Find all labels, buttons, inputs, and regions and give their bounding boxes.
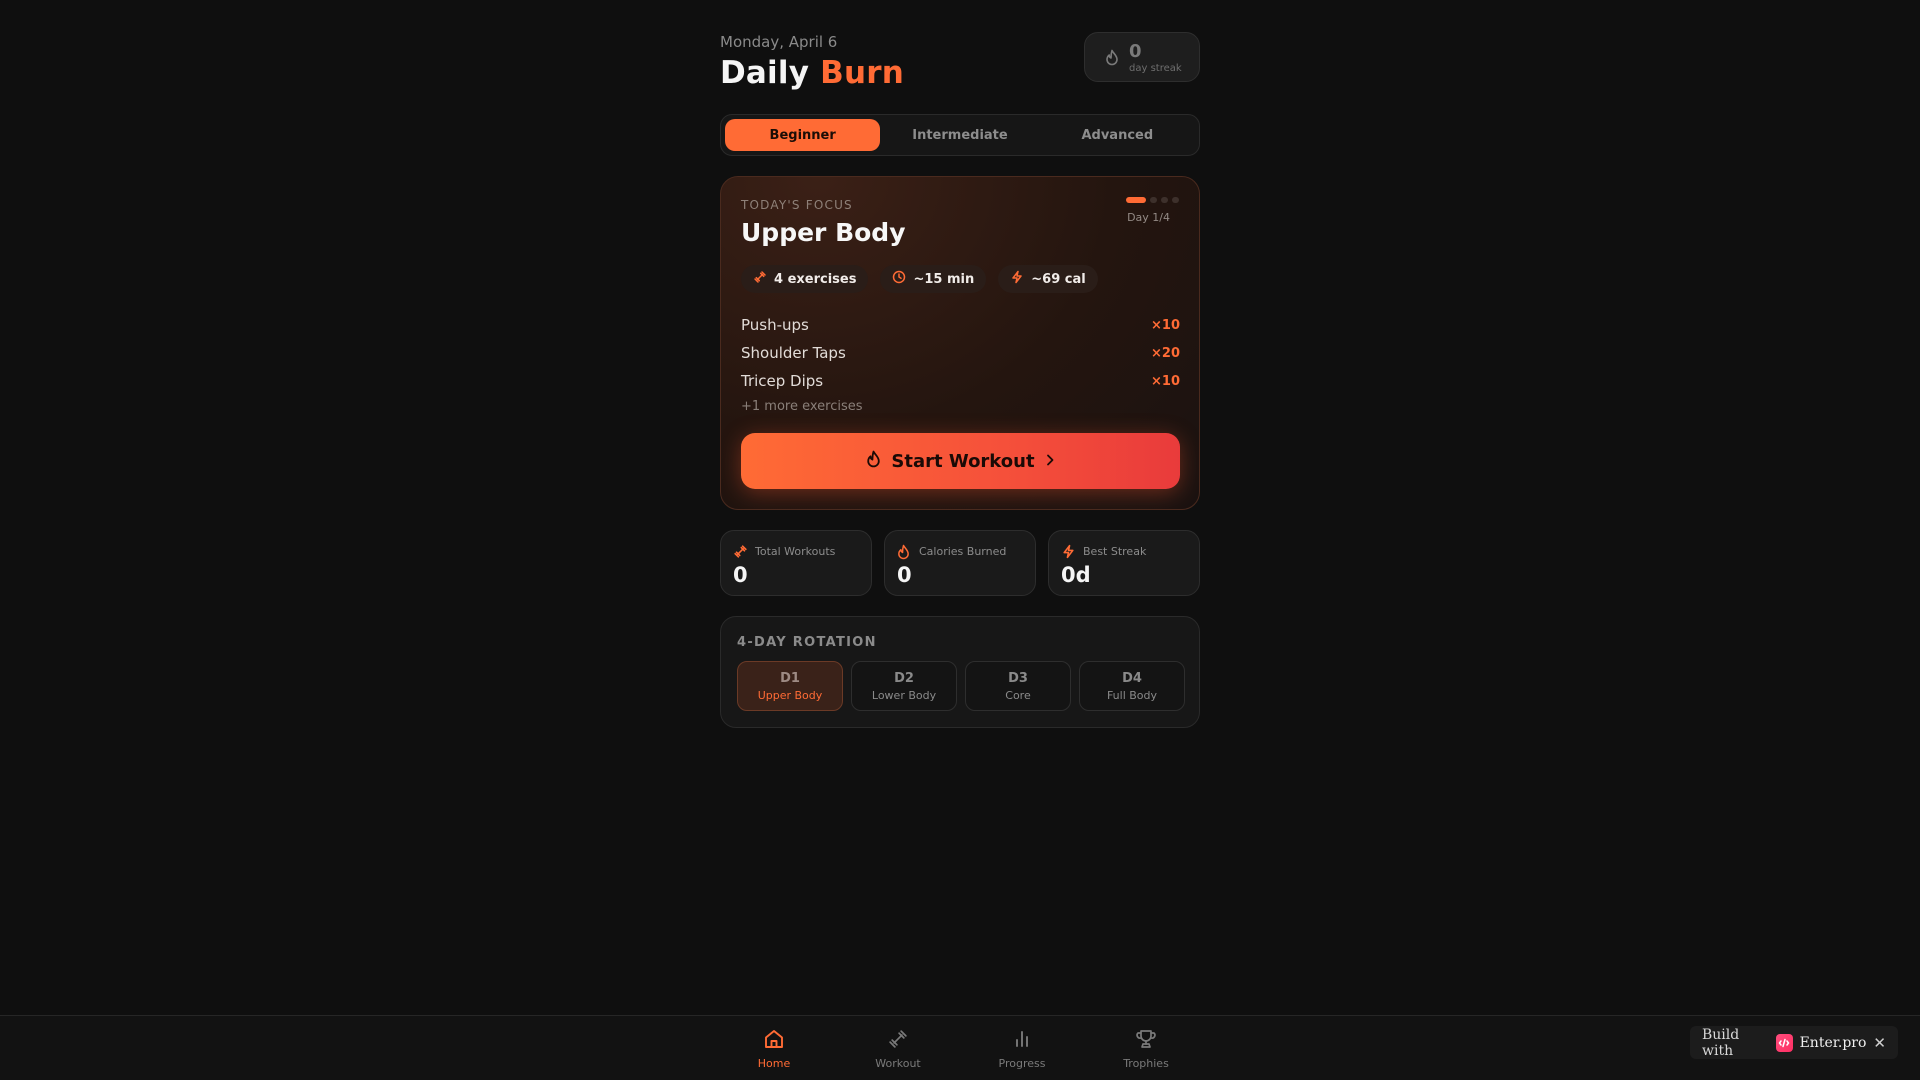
rotation-title: 4-DAY ROTATION — [737, 635, 877, 650]
stat-label: Calories Burned — [919, 545, 1007, 558]
stat-value: 0d — [1061, 563, 1091, 587]
nav-label-progress: Progress — [998, 1056, 1046, 1070]
day-name: Full Body — [1106, 688, 1158, 702]
app-container: Monday, April 6 Daily Burn 0 day streak … — [720, 0, 1200, 728]
page-title: Daily Burn — [720, 55, 904, 91]
stat-best-streak: Best Streak 0d — [1048, 530, 1200, 596]
duration-chip: ~15 min — [880, 265, 987, 293]
day-code: D1 — [780, 670, 800, 686]
exercise-reps: ×20 — [1151, 345, 1180, 361]
stat-value: 0 — [897, 563, 912, 587]
nav-item-progress[interactable]: Progress — [960, 1016, 1084, 1080]
focus-chips: 4 exercises ~15 min ~69 cal — [741, 265, 1098, 293]
dumbbell-icon — [887, 1028, 909, 1054]
streak-badge: 0 day streak — [1084, 32, 1200, 82]
day-name: Upper Body — [757, 688, 823, 702]
bottom-nav: Home Workout Progress Trophies — [0, 1015, 1920, 1080]
exercises-chip: 4 exercises — [741, 265, 869, 293]
focus-title: Upper Body — [741, 218, 906, 247]
day-name: Core — [1005, 688, 1031, 702]
builder-brand: Enter.pro — [1799, 1034, 1867, 1051]
calories-value: ~69 cal — [1031, 271, 1086, 287]
focus-eyebrow: TODAY'S FOCUS — [741, 198, 853, 212]
stat-calories-burned: Calories Burned 0 — [884, 530, 1036, 596]
day-name: Lower Body — [871, 688, 937, 702]
stat-value: 0 — [733, 563, 748, 587]
nav-item-trophies[interactable]: Trophies — [1084, 1016, 1208, 1080]
nav-label-trophies: Trophies — [1123, 1056, 1169, 1070]
day-progress-indicator — [1126, 197, 1179, 203]
dumbbell-icon — [753, 270, 767, 288]
flame-icon — [866, 450, 881, 473]
title-accent: Burn — [820, 55, 904, 91]
tab-advanced[interactable]: Advanced — [1040, 119, 1195, 151]
day-dot-3 — [1161, 197, 1168, 203]
nav-items: Home Workout Progress Trophies — [712, 1016, 1208, 1080]
nav-item-workout[interactable]: Workout — [836, 1016, 960, 1080]
exercise-reps: ×10 — [1151, 373, 1180, 389]
header: Monday, April 6 Daily Burn 0 day streak — [720, 0, 1200, 106]
title-main: Daily — [720, 55, 810, 91]
bar-chart-icon — [1011, 1028, 1033, 1054]
day-code: D3 — [1008, 670, 1028, 686]
bolt-icon — [1010, 270, 1024, 288]
tab-intermediate[interactable]: Intermediate — [882, 119, 1037, 151]
exercise-list: Push-ups ×10 Shoulder Taps ×20 Tricep Di… — [741, 311, 1180, 414]
trophy-icon — [1135, 1028, 1157, 1054]
stat-label: Total Workouts — [755, 545, 836, 558]
chevron-right-icon — [1045, 451, 1055, 472]
flame-icon — [1105, 49, 1119, 70]
bolt-icon — [1061, 544, 1076, 563]
clock-icon — [892, 270, 906, 288]
stats-row: Total Workouts 0 Calories Burned 0 Best … — [720, 530, 1200, 596]
rotation-day-2[interactable]: D2 Lower Body — [851, 661, 957, 711]
start-workout-button[interactable]: Start Workout — [741, 433, 1180, 489]
rotation-day-3[interactable]: D3 Core — [965, 661, 1071, 711]
stat-total-workouts: Total Workouts 0 — [720, 530, 872, 596]
builder-badge[interactable]: Build with Enter.pro ✕ — [1690, 1026, 1898, 1059]
focus-card: TODAY'S FOCUS Upper Body Day 1/4 4 exerc… — [720, 176, 1200, 510]
list-item: Push-ups ×10 — [741, 311, 1180, 339]
rotation-days: D1 Upper Body D2 Lower Body D3 Core D4 F… — [737, 661, 1185, 711]
day-dot-4 — [1172, 197, 1179, 203]
nav-label-home: Home — [757, 1056, 791, 1070]
enter-logo-icon — [1776, 1033, 1793, 1052]
nav-item-home[interactable]: Home — [712, 1016, 836, 1080]
nav-label-workout: Workout — [875, 1056, 921, 1070]
rotation-day-1[interactable]: D1 Upper Body — [737, 661, 843, 711]
rotation-day-4[interactable]: D4 Full Body — [1079, 661, 1185, 711]
day-dot-1 — [1126, 197, 1146, 203]
close-icon[interactable]: ✕ — [1873, 1034, 1886, 1052]
list-item: Tricep Dips ×10 — [741, 367, 1180, 395]
current-date: Monday, April 6 — [720, 33, 838, 51]
tab-beginner[interactable]: Beginner — [725, 119, 881, 151]
day-code: D2 — [894, 670, 914, 686]
streak-label: day streak — [1129, 63, 1182, 74]
day-label: Day 1/4 — [1127, 211, 1170, 224]
exercise-name: Shoulder Taps — [741, 344, 846, 362]
start-workout-label: Start Workout — [891, 450, 1035, 472]
builder-prefix: Build with — [1702, 1026, 1740, 1059]
day-dot-2 — [1150, 197, 1157, 203]
exercises-count: 4 exercises — [774, 271, 857, 287]
duration-value: ~15 min — [913, 271, 975, 287]
level-tabs: Beginner Intermediate Advanced — [720, 114, 1200, 156]
calories-chip: ~69 cal — [998, 265, 1098, 293]
list-item: Shoulder Taps ×20 — [741, 339, 1180, 367]
exercise-name: Tricep Dips — [741, 372, 824, 390]
exercise-name: Push-ups — [741, 316, 809, 334]
day-code: D4 — [1122, 670, 1142, 686]
rotation-card: 4-DAY ROTATION D1 Upper Body D2 Lower Bo… — [720, 616, 1200, 728]
dumbbell-icon — [733, 544, 748, 563]
more-exercises-note: +1 more exercises — [741, 399, 863, 414]
exercise-reps: ×10 — [1151, 317, 1180, 333]
flame-icon — [897, 544, 910, 564]
stat-label: Best Streak — [1083, 545, 1147, 558]
home-icon — [763, 1028, 785, 1054]
streak-count: 0 — [1129, 41, 1142, 62]
